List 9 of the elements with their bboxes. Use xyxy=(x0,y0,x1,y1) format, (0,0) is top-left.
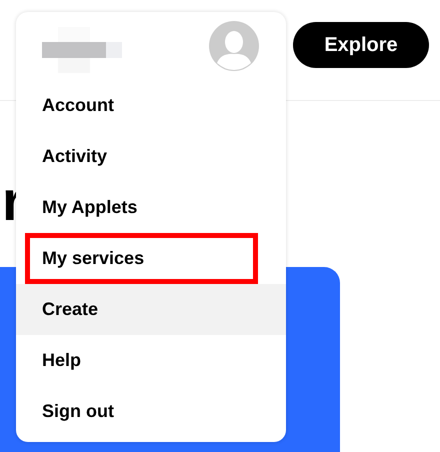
menu-item[interactable]: My services xyxy=(25,233,258,284)
menu-item[interactable]: Account xyxy=(16,80,286,131)
explore-button[interactable]: Explore xyxy=(293,22,429,68)
menu-item[interactable]: Help xyxy=(16,335,286,386)
menu-item[interactable]: Activity xyxy=(16,131,286,182)
menu-item[interactable]: Sign out xyxy=(16,386,286,437)
menu-item[interactable]: Create xyxy=(16,284,286,335)
menu-item[interactable]: My Applets xyxy=(16,182,286,233)
avatar-icon[interactable] xyxy=(209,21,259,71)
